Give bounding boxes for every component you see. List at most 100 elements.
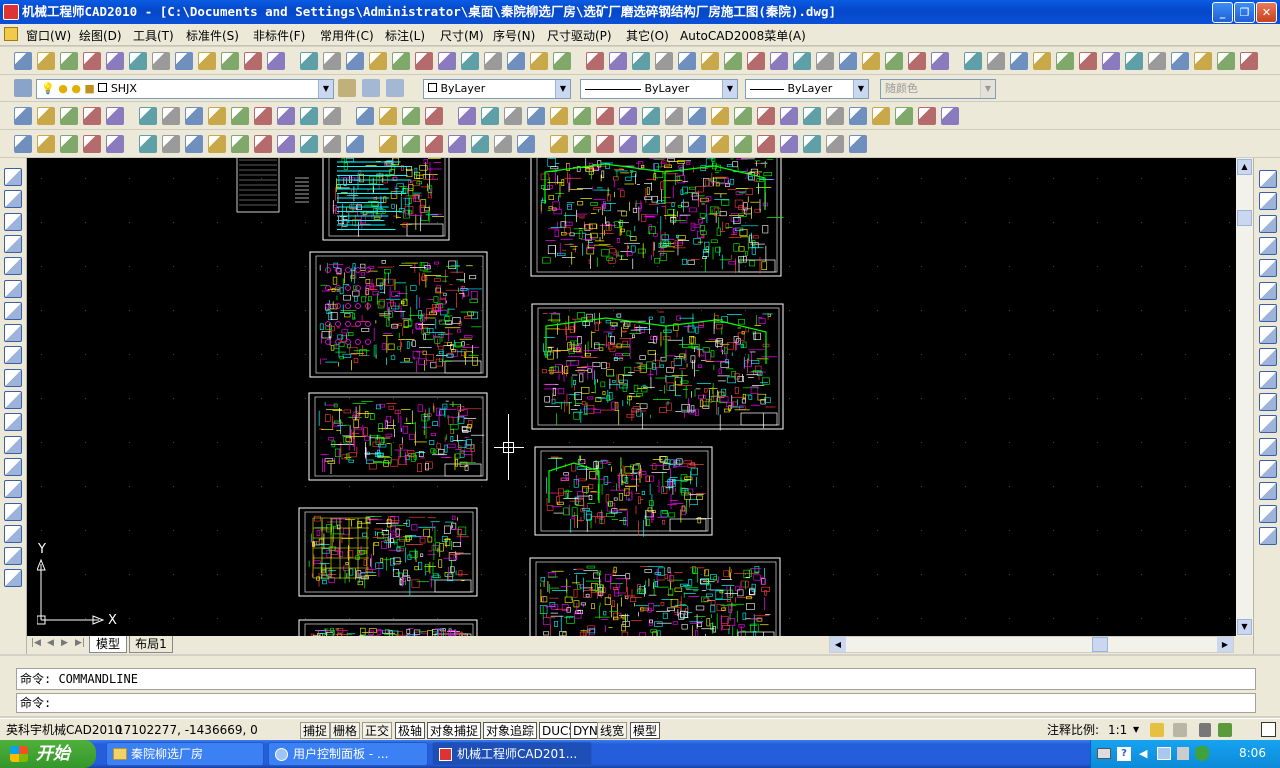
weld-symbol-icon[interactable] (208, 135, 226, 153)
tab-nav-next[interactable]: ▶ (61, 638, 73, 651)
menu-other[interactable]: 其它(O) (626, 27, 669, 44)
bolt-symbol-icon[interactable] (596, 135, 614, 153)
extend-obj-icon[interactable] (711, 107, 729, 125)
centerline-icon[interactable] (14, 135, 32, 153)
layer-manager-icon[interactable] (14, 79, 32, 97)
multiline-text-icon[interactable] (4, 569, 22, 588)
chevron-down-icon[interactable]: ▼ (1131, 722, 1141, 739)
new-icon[interactable] (14, 52, 32, 70)
erase-icon[interactable] (1259, 170, 1277, 188)
ang-dim-icon[interactable] (724, 52, 742, 70)
extend-icon[interactable] (1259, 393, 1277, 411)
mtext-icon[interactable] (425, 107, 443, 125)
ellipse-icon[interactable] (231, 107, 249, 125)
model-paper-toggle[interactable]: 模型 (630, 722, 661, 739)
circle-icon[interactable] (4, 301, 22, 320)
menu-tools[interactable]: 工具(T) (133, 27, 174, 44)
horizontal-scrollbar[interactable]: ◀ ▶ (829, 636, 1234, 653)
section-line-icon[interactable] (139, 135, 157, 153)
dim-edit-icon[interactable] (895, 107, 913, 125)
hscroll-left-button[interactable]: ◀ (830, 637, 846, 652)
mline-icon[interactable] (14, 107, 32, 125)
explode-icon[interactable] (826, 107, 844, 125)
sheetset-icon[interactable] (507, 52, 525, 70)
point-icon[interactable] (300, 107, 318, 125)
pin-icon[interactable] (826, 135, 844, 153)
tray-expand-icon[interactable]: ◀ (1139, 747, 1147, 760)
rect-icon[interactable] (106, 107, 124, 125)
chamfer-icon[interactable] (780, 107, 798, 125)
gear-icon[interactable] (665, 135, 683, 153)
spline-icon[interactable] (208, 107, 226, 125)
break-dim-icon[interactable] (816, 52, 834, 70)
inquiry-icon[interactable] (1148, 52, 1166, 70)
table-icon[interactable] (4, 547, 22, 566)
list-icon[interactable] (1010, 52, 1028, 70)
gradient-icon[interactable] (356, 107, 374, 125)
quick-dim-icon[interactable] (747, 52, 765, 70)
datum-icon[interactable] (254, 135, 272, 153)
hidden-line-icon[interactable] (83, 135, 101, 153)
menu-dimension[interactable]: 尺寸(M) (440, 27, 484, 44)
mass-props-icon[interactable] (1125, 52, 1143, 70)
matchprop-icon[interactable] (244, 52, 262, 70)
calculator-icon[interactable] (553, 52, 571, 70)
fillet-icon[interactable] (803, 107, 821, 125)
move-icon[interactable] (1259, 281, 1277, 300)
cloud-icon[interactable] (185, 107, 203, 125)
open-icon[interactable] (37, 52, 55, 70)
bearing-icon[interactable] (642, 135, 660, 153)
part-number-icon[interactable] (379, 135, 397, 153)
toolpalettes-icon[interactable] (484, 52, 502, 70)
publish-icon[interactable] (129, 52, 147, 70)
make-block-icon[interactable] (4, 435, 22, 454)
phantom-line-icon[interactable] (106, 135, 124, 153)
leader-edit-icon[interactable] (918, 107, 936, 125)
view-label-icon[interactable] (425, 135, 443, 153)
jog-dim-icon[interactable] (931, 52, 949, 70)
fillet-icon[interactable] (1259, 504, 1277, 523)
document-icon[interactable] (4, 27, 18, 41)
stretch-icon[interactable] (1259, 348, 1277, 367)
roughness-icon[interactable] (231, 135, 249, 153)
task-control-panel[interactable]: 用户控制面板 - ... (268, 742, 428, 766)
make-block-icon[interactable] (277, 107, 295, 125)
explode-icon[interactable] (1259, 526, 1277, 545)
erase-icon[interactable] (481, 107, 499, 125)
tab-nav-prev[interactable]: ◀ (47, 638, 59, 651)
osnap-toggle[interactable]: 对象捕捉 (427, 722, 482, 739)
zoom-window-icon[interactable] (392, 52, 410, 70)
menu-sequence[interactable]: 序号(N) (493, 27, 535, 44)
rivet-icon[interactable] (803, 135, 821, 153)
lineweight-dropdown[interactable]: ByLayer ▼ (745, 79, 869, 99)
snap-toggle[interactable]: 捕捉 (300, 722, 331, 739)
mirror-icon[interactable] (527, 107, 545, 125)
zoom-previous-icon[interactable] (415, 52, 433, 70)
menu-common-parts[interactable]: 常用件(C) (320, 27, 374, 44)
stretch-icon[interactable] (1171, 52, 1189, 70)
addselect-icon[interactable] (458, 107, 476, 125)
annotation-visibility-icon[interactable] (1150, 723, 1164, 737)
tab-nav-first[interactable]: |◀ (31, 638, 43, 651)
undo-icon[interactable] (300, 52, 318, 70)
mirror-icon[interactable] (1259, 214, 1277, 233)
seal-icon[interactable] (849, 135, 867, 153)
hscroll-right-button[interactable]: ▶ (1217, 637, 1233, 652)
array-icon[interactable] (573, 107, 591, 125)
region-draw-icon[interactable] (379, 107, 397, 125)
volume-icon[interactable] (1177, 747, 1189, 760)
clean-screen-icon[interactable] (1261, 722, 1276, 737)
copy-icon[interactable] (198, 52, 216, 70)
leader-icon[interactable] (862, 52, 880, 70)
menu-window[interactable]: 窗口(W) (26, 27, 71, 44)
nut-icon[interactable] (757, 135, 775, 153)
ortho-toggle[interactable]: 正交 (362, 722, 393, 739)
network-icon[interactable] (1157, 747, 1171, 760)
gradient-icon[interactable] (4, 502, 22, 521)
paste-icon[interactable] (221, 52, 239, 70)
trim-icon[interactable] (1259, 370, 1277, 389)
otrack-toggle[interactable]: 对象追踪 (483, 722, 538, 739)
redo-icon[interactable] (323, 52, 341, 70)
minimize-button[interactable]: _ (1212, 2, 1233, 23)
thread-note-icon[interactable] (550, 135, 568, 153)
